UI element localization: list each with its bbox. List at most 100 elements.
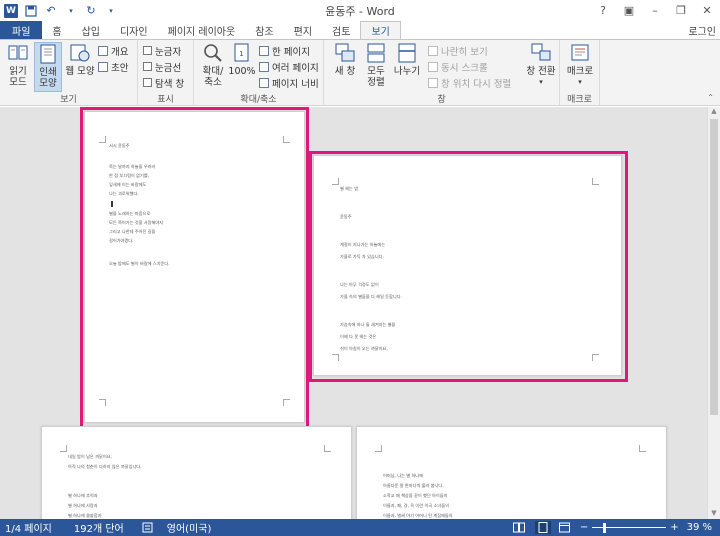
status-bar: 1/4 페이지 192개 단어 영어(미국) − + 39 % bbox=[0, 519, 720, 536]
arrange-all-label: 모두 정렬 bbox=[367, 66, 385, 88]
ribbon-tabs: 파일 홈 삽입 디자인 페이지 레이아웃 참조 편지 검토 보기 로그인 bbox=[0, 21, 720, 39]
login-link[interactable]: 로그인 bbox=[688, 23, 716, 38]
gridlines-label: 눈금선 bbox=[155, 62, 182, 74]
ruler-checkbox[interactable]: 눈금자 bbox=[143, 44, 182, 58]
tab-insert[interactable]: 삽입 bbox=[72, 21, 110, 39]
zoom-out-icon[interactable]: − bbox=[580, 522, 588, 533]
outline-button[interactable]: 개요 bbox=[98, 44, 128, 58]
magnifier-icon bbox=[202, 42, 224, 64]
read-mode-button[interactable]: 읽기 모드 bbox=[3, 42, 33, 88]
text-line: 아직 나의 청춘이 다하지 않은 까닭입니다. bbox=[68, 464, 142, 469]
tab-review[interactable]: 검토 bbox=[322, 21, 360, 39]
switch-windows-button[interactable]: 창 전환 ▾ bbox=[524, 42, 558, 88]
nav-pane-check-box[interactable] bbox=[143, 78, 152, 87]
text-line: 내일 밤이 남은 까닭이요, bbox=[68, 454, 112, 459]
new-window-button[interactable]: 새 창 bbox=[330, 42, 360, 77]
margin-corner bbox=[324, 445, 331, 452]
scroll-up-icon[interactable]: ▲ bbox=[708, 107, 720, 117]
multiple-pages-button[interactable]: 여러 페이지 bbox=[259, 60, 319, 74]
tab-design[interactable]: 디자인 bbox=[110, 21, 158, 39]
title-bar: W ↶ ▾ ↻ ▾ 윤동주 - Word ? ▣ – ❐ ✕ bbox=[0, 0, 720, 21]
ruler-label: 눈금자 bbox=[155, 46, 182, 58]
arrange-all-icon bbox=[365, 42, 387, 64]
collapse-ribbon-icon[interactable]: ⌃ bbox=[707, 93, 714, 102]
save-icon[interactable] bbox=[24, 4, 38, 18]
zoom-slider-thumb[interactable] bbox=[603, 522, 607, 533]
split-label: 나누기 bbox=[393, 66, 421, 77]
zoom-in-icon[interactable]: + bbox=[670, 522, 678, 533]
help-icon[interactable]: ? bbox=[590, 0, 616, 21]
page-count[interactable]: 1/4 페이지 bbox=[5, 520, 52, 535]
zoom-slider[interactable] bbox=[592, 522, 667, 533]
zoom-100-button[interactable]: 1 100% bbox=[228, 42, 256, 77]
one-page-button[interactable]: 한 페이지 bbox=[259, 44, 310, 58]
proofing-icon[interactable] bbox=[142, 522, 153, 533]
nav-pane-checkbox[interactable]: 탐색 창 bbox=[143, 76, 184, 90]
draft-button[interactable]: 초안 bbox=[98, 60, 128, 74]
ruler-check-box[interactable] bbox=[143, 46, 152, 55]
scrollbar-thumb[interactable] bbox=[710, 119, 718, 415]
arrange-all-button[interactable]: 모두 정렬 bbox=[362, 42, 390, 88]
language-indicator[interactable]: 영어(미국) bbox=[167, 520, 212, 535]
sync-scroll-icon bbox=[428, 61, 438, 72]
views-group-label: 보기 bbox=[60, 95, 77, 105]
switch-windows-icon bbox=[530, 42, 552, 64]
customize-toolbar-icon[interactable]: ▾ bbox=[104, 4, 118, 18]
macros-button[interactable]: 매크로 ▾ bbox=[563, 42, 597, 88]
split-button[interactable]: 나누기 bbox=[392, 42, 422, 77]
tab-mailings[interactable]: 편지 bbox=[284, 21, 322, 39]
word-count[interactable]: 192개 단어 bbox=[74, 520, 124, 535]
multiple-pages-label: 여러 페이지 bbox=[272, 62, 319, 74]
tab-home[interactable]: 홈 bbox=[42, 21, 71, 39]
minimize-icon[interactable]: – bbox=[642, 0, 668, 21]
zoom-100-label: 100% bbox=[228, 66, 256, 77]
window-group-label: 창 bbox=[437, 95, 446, 105]
macros-group: 매크로 ▾ 매크로 bbox=[560, 40, 600, 106]
web-layout-icon bbox=[69, 42, 91, 64]
scroll-down-icon[interactable]: ▼ bbox=[708, 509, 720, 519]
margin-corner bbox=[639, 445, 646, 452]
ribbon-display-icon[interactable]: ▣ bbox=[616, 0, 642, 21]
redo-icon[interactable]: ↻ bbox=[84, 4, 98, 18]
page-width-label: 페이지 너비 bbox=[272, 78, 319, 90]
web-layout-view-icon[interactable] bbox=[558, 522, 570, 533]
tab-page-layout[interactable]: 페이지 레이아웃 bbox=[158, 21, 246, 39]
vertical-scrollbar[interactable]: ▲ ▼ bbox=[707, 107, 720, 519]
zoom-level[interactable]: 39 % bbox=[687, 522, 712, 533]
tab-view[interactable]: 보기 bbox=[360, 21, 401, 39]
read-mode-label: 읽기 모드 bbox=[9, 66, 27, 88]
text-line: 아름다운 말 한마디씩 불러 봅니다. bbox=[383, 483, 444, 488]
undo-icon[interactable]: ↶ bbox=[44, 4, 58, 18]
text-line: 이름과, 벌써 아기 어머니 된 계집애들의 bbox=[383, 513, 453, 518]
web-layout-label: 웹 모양 bbox=[65, 66, 95, 77]
print-layout-view-icon[interactable] bbox=[534, 521, 551, 534]
page-width-button[interactable]: 페이지 너비 bbox=[259, 76, 319, 90]
side-by-side-icon bbox=[428, 45, 438, 56]
page-highlight-box bbox=[309, 151, 628, 382]
page-4[interactable]: 어머님, 나는 별 하나에 아름다운 말 한마디씩 불러 봅니다. 소학교 때 … bbox=[356, 426, 667, 519]
tab-file[interactable]: 파일 bbox=[0, 21, 43, 39]
restore-icon[interactable]: ❐ bbox=[668, 0, 694, 21]
text-line: 이름과, 패, 경, 옥 이런 이국 소녀들의 bbox=[383, 503, 449, 508]
tab-references[interactable]: 참조 bbox=[245, 21, 283, 39]
gridlines-check-box[interactable] bbox=[143, 62, 152, 71]
close-icon[interactable]: ✕ bbox=[694, 0, 720, 21]
new-window-label: 새 창 bbox=[334, 66, 356, 77]
text-line: 별 하나에 쓸쓸함과 bbox=[68, 513, 102, 518]
show-group: 눈금자 눈금선 탐색 창 표시 bbox=[138, 40, 194, 106]
sync-scroll-button[interactable]: 동시 스크롤 bbox=[428, 60, 488, 74]
read-mode-view-icon[interactable] bbox=[512, 522, 525, 533]
web-layout-button[interactable]: 웹 모양 bbox=[64, 42, 96, 77]
gridlines-checkbox[interactable]: 눈금선 bbox=[143, 60, 182, 74]
reset-position-button[interactable]: 창 위치 다시 정렬 bbox=[428, 76, 511, 90]
print-layout-button[interactable]: 인쇄 모양 bbox=[34, 42, 62, 92]
zoom-button[interactable]: 확대/ 축소 bbox=[198, 42, 228, 88]
margin-corner bbox=[60, 445, 67, 452]
reset-position-icon bbox=[428, 77, 438, 88]
dropdown-arrow-icon[interactable]: ▾ bbox=[64, 4, 78, 18]
document-canvas[interactable]: 서시 윤동주 죽는 날까지 하늘을 우러러 한 점 부끄럼이 없기를, 잎새에 … bbox=[0, 107, 707, 519]
page-3[interactable]: 내일 밤이 남은 까닭이요, 아직 나의 청춘이 다하지 않은 까닭입니다. 별… bbox=[41, 426, 352, 519]
show-group-label: 표시 bbox=[157, 95, 174, 105]
side-by-side-button[interactable]: 나란히 보기 bbox=[428, 44, 488, 58]
one-page-icon bbox=[259, 45, 269, 56]
